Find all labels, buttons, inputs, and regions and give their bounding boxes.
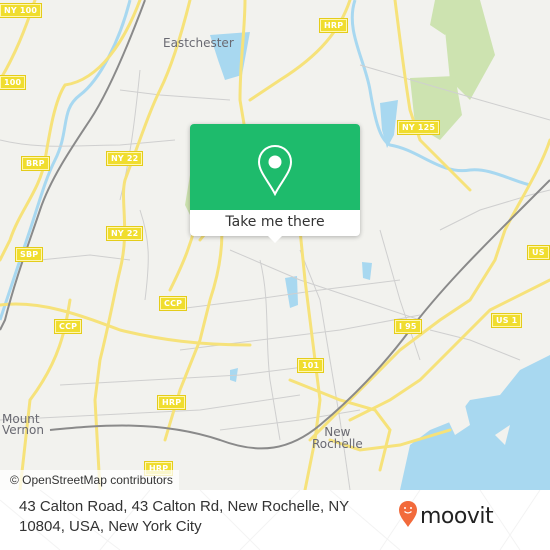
map-attribution[interactable]: © OpenStreetMap contributors: [0, 470, 179, 490]
route-shield-ny22: NY 22: [105, 226, 144, 241]
moovit-pin-icon: [398, 500, 418, 532]
lake: [380, 100, 398, 148]
place-label-new-rochelle: New Rochelle: [312, 425, 363, 451]
sound-water: [400, 355, 550, 490]
route-shield-101: 101: [296, 358, 325, 373]
route-shield-hrp: HRP: [156, 395, 187, 410]
route-shield-ccp: CCP: [158, 296, 188, 311]
route-shield-us1: US 1: [490, 313, 523, 328]
moovit-logo[interactable]: moovit: [398, 500, 494, 532]
address-text: 43 Calton Road, 43 Calton Rd, New Rochel…: [19, 498, 349, 535]
route-shield-i95: I 95: [394, 319, 422, 334]
route-shield-brp: BRP: [21, 156, 50, 171]
route-shield-ny100: NY 100: [0, 3, 43, 18]
map-card: Eastchester Mount Vernon New Rochelle NY…: [0, 0, 550, 550]
route-shield-us: US: [527, 245, 550, 260]
pond: [285, 276, 298, 308]
moovit-logo-text: moovit: [420, 503, 494, 529]
place-label-mount-vernon: Mount Vernon: [2, 412, 44, 437]
route-shield-ccp: CCP: [53, 319, 83, 334]
route-shield-ny125: NY 125: [396, 120, 441, 135]
footer: 43 Calton Road, 43 Calton Rd, New Rochel…: [0, 490, 550, 550]
take-me-there-button[interactable]: Take me there: [190, 210, 360, 236]
map-tiles: [0, 0, 550, 490]
pond: [362, 262, 372, 280]
popup-header: [190, 124, 360, 210]
place-label-eastchester: Eastchester: [163, 36, 234, 50]
location-popup: Take me there: [190, 124, 360, 243]
route-shield-sbp: SBP: [14, 247, 44, 262]
route-shield-ny22: NY 22: [105, 151, 144, 166]
map-view[interactable]: Eastchester Mount Vernon New Rochelle NY…: [0, 0, 550, 490]
route-shield-100: 100: [0, 75, 27, 90]
popup-pointer: [267, 235, 283, 243]
route-shield-hrp: HRP: [318, 18, 349, 33]
